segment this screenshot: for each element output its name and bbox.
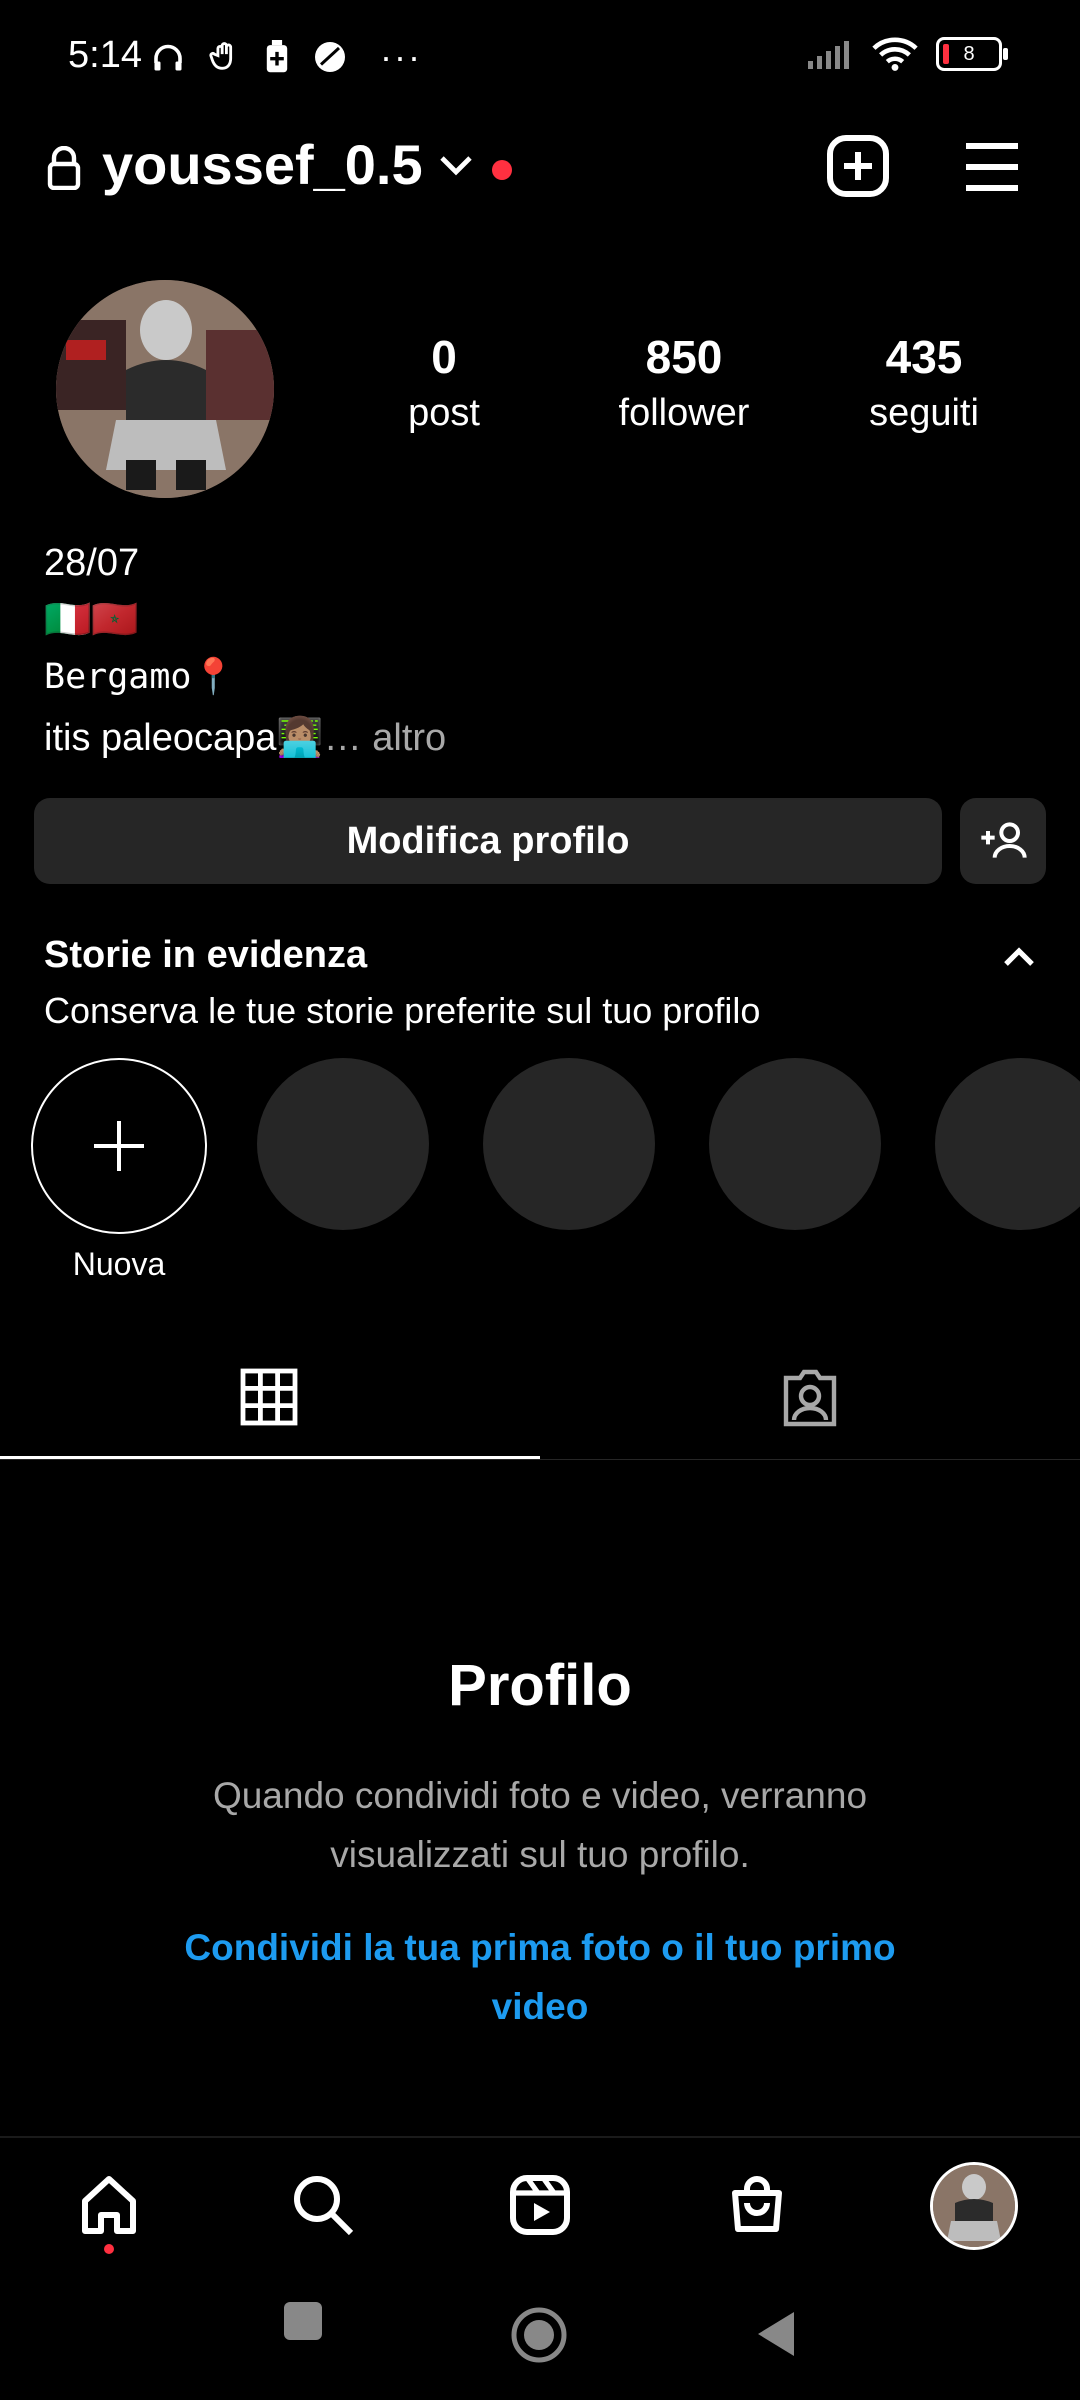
wifi-icon <box>872 37 918 71</box>
stat-label: post <box>408 392 480 434</box>
highlights-title: Storie in evidenza <box>44 934 368 976</box>
edit-profile-button[interactable]: Modifica profilo <box>34 798 942 884</box>
overflow-icon: ··· <box>380 36 422 77</box>
signal-icon <box>808 41 849 69</box>
nav-profile-avatar[interactable] <box>930 2162 1018 2250</box>
discover-people-button[interactable] <box>960 798 1046 884</box>
profile-avatar[interactable] <box>56 280 274 498</box>
create-post-icon[interactable] <box>826 134 890 198</box>
highlight-placeholder <box>257 1058 429 1230</box>
stat-posts[interactable]: 0 post <box>334 330 554 435</box>
home-notification-dot <box>104 2244 114 2254</box>
status-right-icons: 8 <box>806 36 1008 72</box>
tabs-divider <box>0 1459 1080 1460</box>
hand-icon <box>209 42 233 70</box>
search-icon <box>294 2176 354 2236</box>
highlight-placeholder <box>709 1058 881 1230</box>
new-highlight-label: Nuova <box>72 1246 166 1282</box>
status-left-icons: ··· <box>150 36 422 78</box>
stat-label: seguiti <box>869 392 979 434</box>
chevron-down-icon[interactable] <box>438 150 474 178</box>
highlights-subtitle: Conserva le tue storie preferite sul tuo… <box>44 990 761 1031</box>
avatar-photo <box>933 2165 1015 2247</box>
menu-icon[interactable] <box>962 140 1022 194</box>
plus-icon <box>94 1121 144 1171</box>
stat-followers[interactable]: 850 follower <box>574 330 794 435</box>
new-highlight-button[interactable] <box>31 1058 207 1234</box>
highlight-placeholder <box>483 1058 655 1230</box>
stat-following[interactable]: 435 seguiti <box>814 330 1034 435</box>
empty-state-title: Profilo <box>448 1653 632 1718</box>
battery-icon: 8 <box>936 37 1008 71</box>
bio-line-flags: 🇮🇹🇲🇦 <box>44 599 139 641</box>
bio-line-school: itis paleocapa👩🏽‍💻… altro <box>44 716 446 760</box>
bio-line-location: Bergamo📍 <box>44 657 236 697</box>
reels-icon <box>510 2175 570 2235</box>
share-first-post-link[interactable]: Condividi la tua prima foto o il tuo pri… <box>160 1918 920 2036</box>
battery-saver-icon <box>266 40 288 73</box>
status-time: 5:14 <box>68 34 142 76</box>
add-person-icon <box>981 822 1027 858</box>
chevron-up-icon[interactable] <box>1002 944 1036 968</box>
bottom-nav-divider <box>0 2136 1080 2138</box>
bio-more-link[interactable]: … altro <box>324 717 446 759</box>
bio-school-text: itis paleocapa👩🏽‍💻 <box>44 717 324 759</box>
nav-home[interactable] <box>74 2170 144 2240</box>
battery-level: 8 <box>963 42 975 65</box>
highlight-placeholder <box>935 1058 1080 1230</box>
recents-button-icon[interactable] <box>282 2300 324 2342</box>
nav-shop[interactable] <box>722 2170 792 2240</box>
stat-value: 435 <box>885 331 963 383</box>
data-saver-icon <box>315 42 345 72</box>
home-button-icon[interactable] <box>510 2306 568 2364</box>
lock-icon <box>47 146 81 190</box>
nav-reels[interactable] <box>505 2170 575 2240</box>
back-button-icon[interactable] <box>756 2310 796 2358</box>
headphones-icon <box>154 44 182 71</box>
empty-state-description: Quando condividi foto e video, verranno … <box>212 1775 868 1875</box>
stat-value: 0 <box>431 331 457 383</box>
notification-dot <box>492 160 512 180</box>
bio-line-date: 28/07 <box>44 542 140 584</box>
stat-value: 850 <box>645 331 723 383</box>
profile-username[interactable]: youssef_0.5 <box>102 132 423 197</box>
stat-label: follower <box>618 392 750 434</box>
shop-icon <box>732 2176 782 2232</box>
tagged-icon[interactable] <box>780 1368 840 1428</box>
home-icon <box>82 2176 136 2234</box>
avatar-photo <box>56 280 274 498</box>
grid-icon[interactable] <box>240 1368 298 1426</box>
nav-search[interactable] <box>288 2170 358 2240</box>
